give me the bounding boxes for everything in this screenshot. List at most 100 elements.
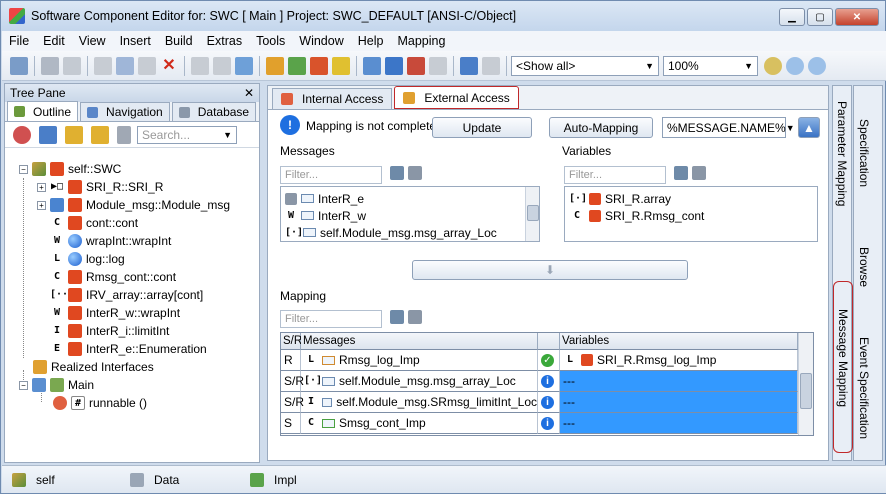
tree-node-wrapint[interactable]: WwrapInt::wrapInt bbox=[50, 232, 171, 250]
status-impl[interactable]: Impl bbox=[240, 472, 297, 487]
list-item[interactable]: [·] SRI_R.array bbox=[569, 190, 671, 207]
table-cell-variable[interactable]: --- bbox=[560, 392, 798, 413]
tab-outline[interactable]: Outline bbox=[7, 101, 79, 121]
tree-node-runnable[interactable]: # runnable () bbox=[53, 394, 147, 412]
tab-specification[interactable]: Specification bbox=[857, 119, 871, 187]
tree-node-irv-array[interactable]: [··] IRV_array::array[cont] bbox=[50, 286, 203, 304]
build-icon[interactable] bbox=[266, 56, 284, 75]
column-header-messages[interactable]: Messages bbox=[301, 333, 538, 350]
tab-event-specification[interactable]: Event Specification bbox=[857, 337, 871, 439]
messages-scrollbar[interactable] bbox=[525, 187, 539, 241]
connect-icon[interactable] bbox=[385, 56, 403, 75]
cut-icon[interactable] bbox=[94, 56, 112, 75]
maximize-button[interactable]: ▢ bbox=[807, 8, 833, 26]
list-item[interactable]: [·] self.Module_msg.msg_array_Loc bbox=[285, 224, 497, 241]
expand-all-icon[interactable] bbox=[65, 125, 83, 144]
update-button[interactable]: Update bbox=[432, 117, 532, 138]
filter-icon[interactable] bbox=[13, 125, 31, 144]
list-options-icon[interactable] bbox=[674, 166, 688, 180]
list-item[interactable]: InterR_e bbox=[285, 190, 364, 207]
list-options-icon[interactable] bbox=[390, 166, 404, 180]
generate-icon[interactable] bbox=[288, 56, 306, 75]
table-cell-sr[interactable]: R bbox=[281, 350, 301, 371]
export-icon[interactable] bbox=[429, 56, 447, 75]
tree-node-log[interactable]: Llog::log bbox=[50, 250, 125, 268]
binoculars-icon[interactable] bbox=[117, 125, 131, 144]
menu-mapping[interactable]: Mapping bbox=[390, 34, 452, 48]
close-button[interactable]: ✕ bbox=[835, 8, 879, 26]
collapse-icon[interactable]: − bbox=[19, 380, 28, 390]
column-header-sr[interactable]: S/R bbox=[281, 333, 302, 350]
table-cell-variable[interactable]: L SRI_R.Rmsg_log_Imp bbox=[560, 350, 798, 371]
table-cell-sr[interactable]: S/R bbox=[281, 392, 304, 413]
tree-node-interr-w[interactable]: W InterR_w::wrapInt bbox=[50, 304, 180, 322]
collapse-up-button[interactable]: ▲ bbox=[798, 117, 820, 138]
tab-parameter-mapping[interactable]: Parameter Mapping bbox=[835, 101, 849, 206]
zoom-in-icon[interactable] bbox=[786, 56, 804, 75]
menu-help[interactable]: Help bbox=[351, 34, 391, 48]
paste-icon[interactable] bbox=[138, 56, 156, 75]
delete-icon[interactable]: ✕ bbox=[160, 57, 178, 75]
list-item[interactable]: C SRI_R.Rmsg_cont bbox=[569, 207, 704, 224]
tab-internal-access[interactable]: Internal Access bbox=[272, 88, 393, 109]
tab-browse[interactable]: Browse bbox=[857, 247, 871, 287]
search-input[interactable]: Search... ▼ bbox=[137, 125, 237, 144]
tree-node-root[interactable]: − self::SWC bbox=[19, 160, 121, 178]
refresh-icon[interactable] bbox=[235, 56, 253, 75]
expand-icon[interactable]: + bbox=[37, 182, 46, 192]
save-icon[interactable] bbox=[41, 56, 59, 75]
copy-icon[interactable] bbox=[116, 56, 134, 75]
menu-insert[interactable]: Insert bbox=[113, 34, 158, 48]
list-options-icon[interactable] bbox=[390, 310, 404, 324]
messages-filter-input[interactable]: Filter... bbox=[280, 166, 382, 184]
tree-node-module-msg[interactable]: + Module_msg::Module_msg bbox=[37, 196, 230, 214]
menu-file[interactable]: File bbox=[2, 34, 36, 48]
mapping-scrollbar[interactable] bbox=[798, 333, 813, 435]
tree-node-sri[interactable]: + ▶□ SRI_R::SRI_R bbox=[37, 178, 163, 196]
table-cell-sr[interactable]: S/R bbox=[281, 371, 304, 392]
map-down-button[interactable]: ⬇ bbox=[412, 260, 688, 280]
tree-node-cont[interactable]: Ccont::cont bbox=[50, 214, 138, 232]
network-icon[interactable] bbox=[363, 56, 381, 75]
tree-node-interr-i[interactable]: I InterR_i::limitInt bbox=[50, 322, 169, 340]
menu-extras[interactable]: Extras bbox=[200, 34, 249, 48]
tree-node-realized[interactable]: Realized Interfaces bbox=[33, 358, 154, 376]
redo-icon[interactable] bbox=[213, 56, 231, 75]
variables-filter-input[interactable]: Filter... bbox=[564, 166, 666, 184]
zoom-fit-icon[interactable] bbox=[764, 56, 782, 75]
menu-build[interactable]: Build bbox=[158, 34, 200, 48]
status-self[interactable]: self bbox=[2, 472, 120, 487]
simulate-icon[interactable] bbox=[407, 56, 425, 75]
zoom-select[interactable]: 100% ▼ bbox=[663, 55, 758, 76]
expand-icon[interactable]: + bbox=[37, 200, 46, 210]
import-icon[interactable] bbox=[460, 56, 478, 75]
undo-icon[interactable] bbox=[191, 56, 209, 75]
table-cell-message[interactable]: L Rmsg_log_Imp bbox=[301, 350, 538, 371]
attach-icon[interactable] bbox=[482, 56, 500, 75]
table-cell-sr[interactable]: S bbox=[281, 413, 301, 434]
table-cell-message[interactable]: [·] self.Module_msg.msg_array_Loc bbox=[301, 371, 538, 392]
funnel-icon[interactable] bbox=[692, 166, 706, 180]
zoom-out-icon[interactable] bbox=[808, 56, 826, 75]
name-pattern-select[interactable]: %MESSAGE.NAME% ▼ bbox=[662, 117, 795, 138]
tree-node-rmsg-cont[interactable]: C Rmsg_cont::cont bbox=[50, 268, 176, 286]
menu-tools[interactable]: Tools bbox=[249, 34, 292, 48]
menu-edit[interactable]: Edit bbox=[36, 34, 72, 48]
tab-message-mapping[interactable]: Message Mapping bbox=[836, 309, 850, 407]
table-cell-message[interactable]: C Smsg_cont_Imp bbox=[301, 413, 538, 434]
column-header-variables[interactable]: Variables bbox=[560, 333, 798, 350]
auto-mapping-button[interactable]: Auto-Mapping bbox=[549, 117, 653, 138]
minimize-button[interactable]: ▁ bbox=[779, 8, 805, 26]
column-header-status[interactable] bbox=[538, 333, 560, 350]
filter-select[interactable]: <Show all> ▼ bbox=[511, 55, 659, 76]
tab-external-access[interactable]: External Access bbox=[394, 86, 519, 109]
collapse-icon[interactable]: − bbox=[19, 164, 28, 174]
list-item[interactable]: W InterR_w bbox=[285, 207, 366, 224]
funnel-icon[interactable] bbox=[408, 310, 422, 324]
check-icon[interactable] bbox=[310, 56, 328, 75]
new-component-icon[interactable] bbox=[10, 56, 28, 75]
sort-icon[interactable] bbox=[39, 125, 57, 144]
table-cell-message[interactable]: Iself.Module_msg.SRmsg_limitInt_Loc bbox=[301, 392, 538, 413]
table-cell-variable[interactable]: --- bbox=[560, 413, 798, 434]
menu-window[interactable]: Window bbox=[292, 34, 350, 48]
